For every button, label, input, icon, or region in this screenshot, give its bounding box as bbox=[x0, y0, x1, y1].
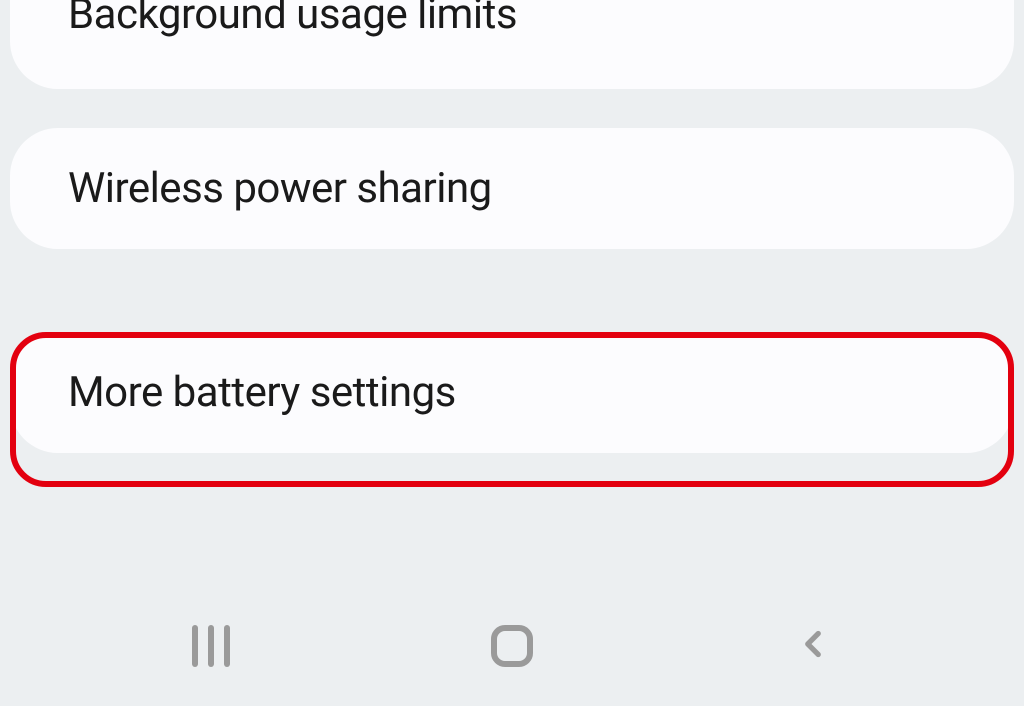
settings-item-label: Wireless power sharing bbox=[68, 164, 492, 213]
settings-item-label: Background usage limits bbox=[68, 0, 517, 39]
settings-item-background-usage[interactable]: Background usage limits bbox=[10, 0, 1014, 89]
settings-item-more-battery-settings[interactable]: More battery settings bbox=[10, 332, 1014, 453]
back-button[interactable] bbox=[773, 606, 853, 686]
navigation-bar bbox=[0, 586, 1024, 706]
settings-item-label: More battery settings bbox=[68, 368, 456, 417]
recents-button[interactable] bbox=[171, 606, 251, 686]
recents-icon bbox=[192, 625, 230, 667]
back-icon bbox=[792, 623, 834, 669]
settings-item-wireless-power-sharing[interactable]: Wireless power sharing bbox=[10, 128, 1014, 249]
home-icon bbox=[491, 625, 533, 667]
home-button[interactable] bbox=[472, 606, 552, 686]
